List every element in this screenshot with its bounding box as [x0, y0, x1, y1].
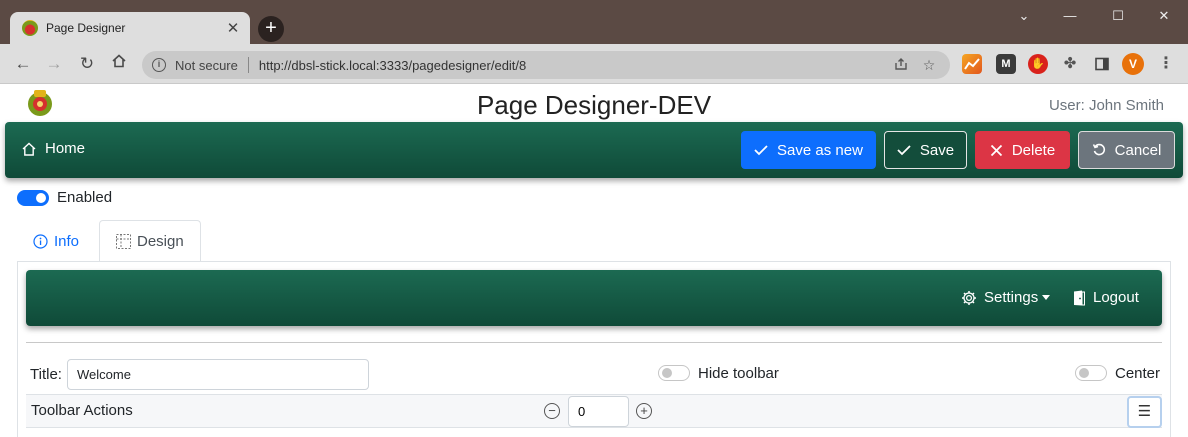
m-extension-icon[interactable]: M — [996, 54, 1016, 74]
profile-avatar[interactable]: V — [1122, 53, 1144, 75]
tab-info-label: Info — [54, 232, 80, 250]
info-circle-icon — [33, 233, 48, 249]
divider — [26, 342, 1162, 343]
title-input[interactable] — [67, 359, 369, 390]
reload-icon[interactable]: ↻ — [76, 53, 98, 75]
user-label: User: John Smith — [1048, 97, 1164, 114]
save-as-new-label: Save as new — [777, 141, 863, 159]
increment-icon[interactable]: + — [636, 403, 652, 419]
logout-link[interactable]: Logout — [1072, 289, 1139, 306]
minimize-icon[interactable]: — — [1056, 6, 1084, 26]
cancel-button[interactable]: Cancel — [1078, 131, 1175, 169]
page-title: Page Designer-DEV — [476, 90, 712, 120]
chart-extension-icon[interactable] — [962, 54, 982, 74]
settings-dropdown[interactable]: Settings — [961, 289, 1051, 306]
decrement-icon[interactable]: − — [544, 403, 560, 419]
hand-extension-icon[interactable]: ✋ — [1028, 54, 1048, 74]
save-label: Save — [919, 141, 955, 159]
info-icon[interactable]: i — [152, 58, 166, 72]
center-toggle[interactable] — [1075, 365, 1107, 381]
toolbar-actions-row: Toolbar Actions − + ☰ — [26, 394, 1162, 428]
tab-design-label: Design — [137, 232, 184, 250]
app-favicon-icon — [22, 20, 38, 36]
tab-search-icon[interactable]: ⌄ — [1010, 6, 1038, 26]
new-tab-button[interactable]: + — [258, 16, 284, 42]
toolbar-actions-label: Toolbar Actions — [31, 402, 133, 419]
address-bar[interactable]: i Not secure http://dbsl-stick.local:333… — [142, 51, 950, 79]
browser-toolbar: ← → ↻ i Not secure http://dbsl-stick.loc… — [0, 44, 1188, 84]
caret-down-icon — [1042, 295, 1051, 300]
browser-tab-title: Page Designer — [46, 21, 126, 35]
omnibox-divider — [247, 57, 249, 73]
cancel-label: Cancel — [1114, 141, 1162, 159]
save-as-new-button[interactable]: Save as new — [741, 131, 876, 169]
main-navbar: Home Save as new Save Delete Cancel — [5, 122, 1183, 178]
browser-tabstrip: Page Designer ✕ + ⌄ — ☐ ✕ — [0, 0, 1188, 44]
tab-design[interactable]: Design — [99, 220, 201, 262]
save-button[interactable]: Save — [884, 131, 967, 169]
delete-label: Delete — [1011, 141, 1056, 159]
gear-icon — [962, 290, 976, 305]
layout-grid-icon — [116, 233, 131, 249]
window-close-icon[interactable]: ✕ — [1150, 6, 1178, 26]
forward-icon[interactable]: → — [43, 53, 65, 75]
share-icon[interactable] — [890, 57, 912, 74]
settings-label: Settings — [984, 289, 1039, 306]
check-icon — [754, 145, 768, 156]
back-icon[interactable]: ← — [12, 53, 34, 75]
sidebar-icon[interactable] — [1092, 54, 1112, 74]
hide-toolbar-label: Hide toolbar — [698, 365, 779, 382]
door-icon — [1074, 290, 1085, 305]
x-icon — [990, 144, 1002, 156]
maximize-icon[interactable]: ☐ — [1104, 6, 1132, 26]
tab-close-icon[interactable]: ✕ — [224, 19, 242, 37]
preview-navbar: Settings Logout — [26, 270, 1162, 326]
home-browser-icon[interactable] — [108, 53, 130, 75]
tab-info[interactable]: Info — [17, 220, 95, 262]
browser-menu-icon[interactable]: ⋮ — [1156, 54, 1176, 74]
hide-toolbar-toggle[interactable] — [658, 365, 690, 381]
puzzle-icon[interactable]: ✤ — [1060, 54, 1080, 74]
center-label: Center — [1115, 365, 1161, 382]
undo-icon — [1092, 143, 1105, 156]
check-icon — [897, 145, 911, 156]
security-label: Not secure — [175, 57, 238, 73]
logout-label: Logout — [1093, 289, 1139, 306]
title-label: Title: — [30, 366, 62, 383]
delete-button[interactable]: Delete — [975, 131, 1070, 169]
home-link[interactable]: Home — [21, 140, 85, 157]
url-text[interactable]: http://dbsl-stick.local:3333/pagedesigne… — [259, 58, 884, 73]
home-icon — [22, 142, 36, 156]
home-label: Home — [45, 140, 86, 157]
hamburger-menu-button[interactable]: ☰ — [1127, 396, 1162, 428]
bookmark-star-icon[interactable]: ☆ — [918, 57, 940, 74]
toolbar-actions-count-input[interactable] — [568, 396, 629, 427]
browser-tab[interactable]: Page Designer ✕ — [10, 12, 250, 44]
enabled-label: Enabled — [57, 189, 113, 206]
enabled-toggle[interactable] — [17, 190, 49, 206]
